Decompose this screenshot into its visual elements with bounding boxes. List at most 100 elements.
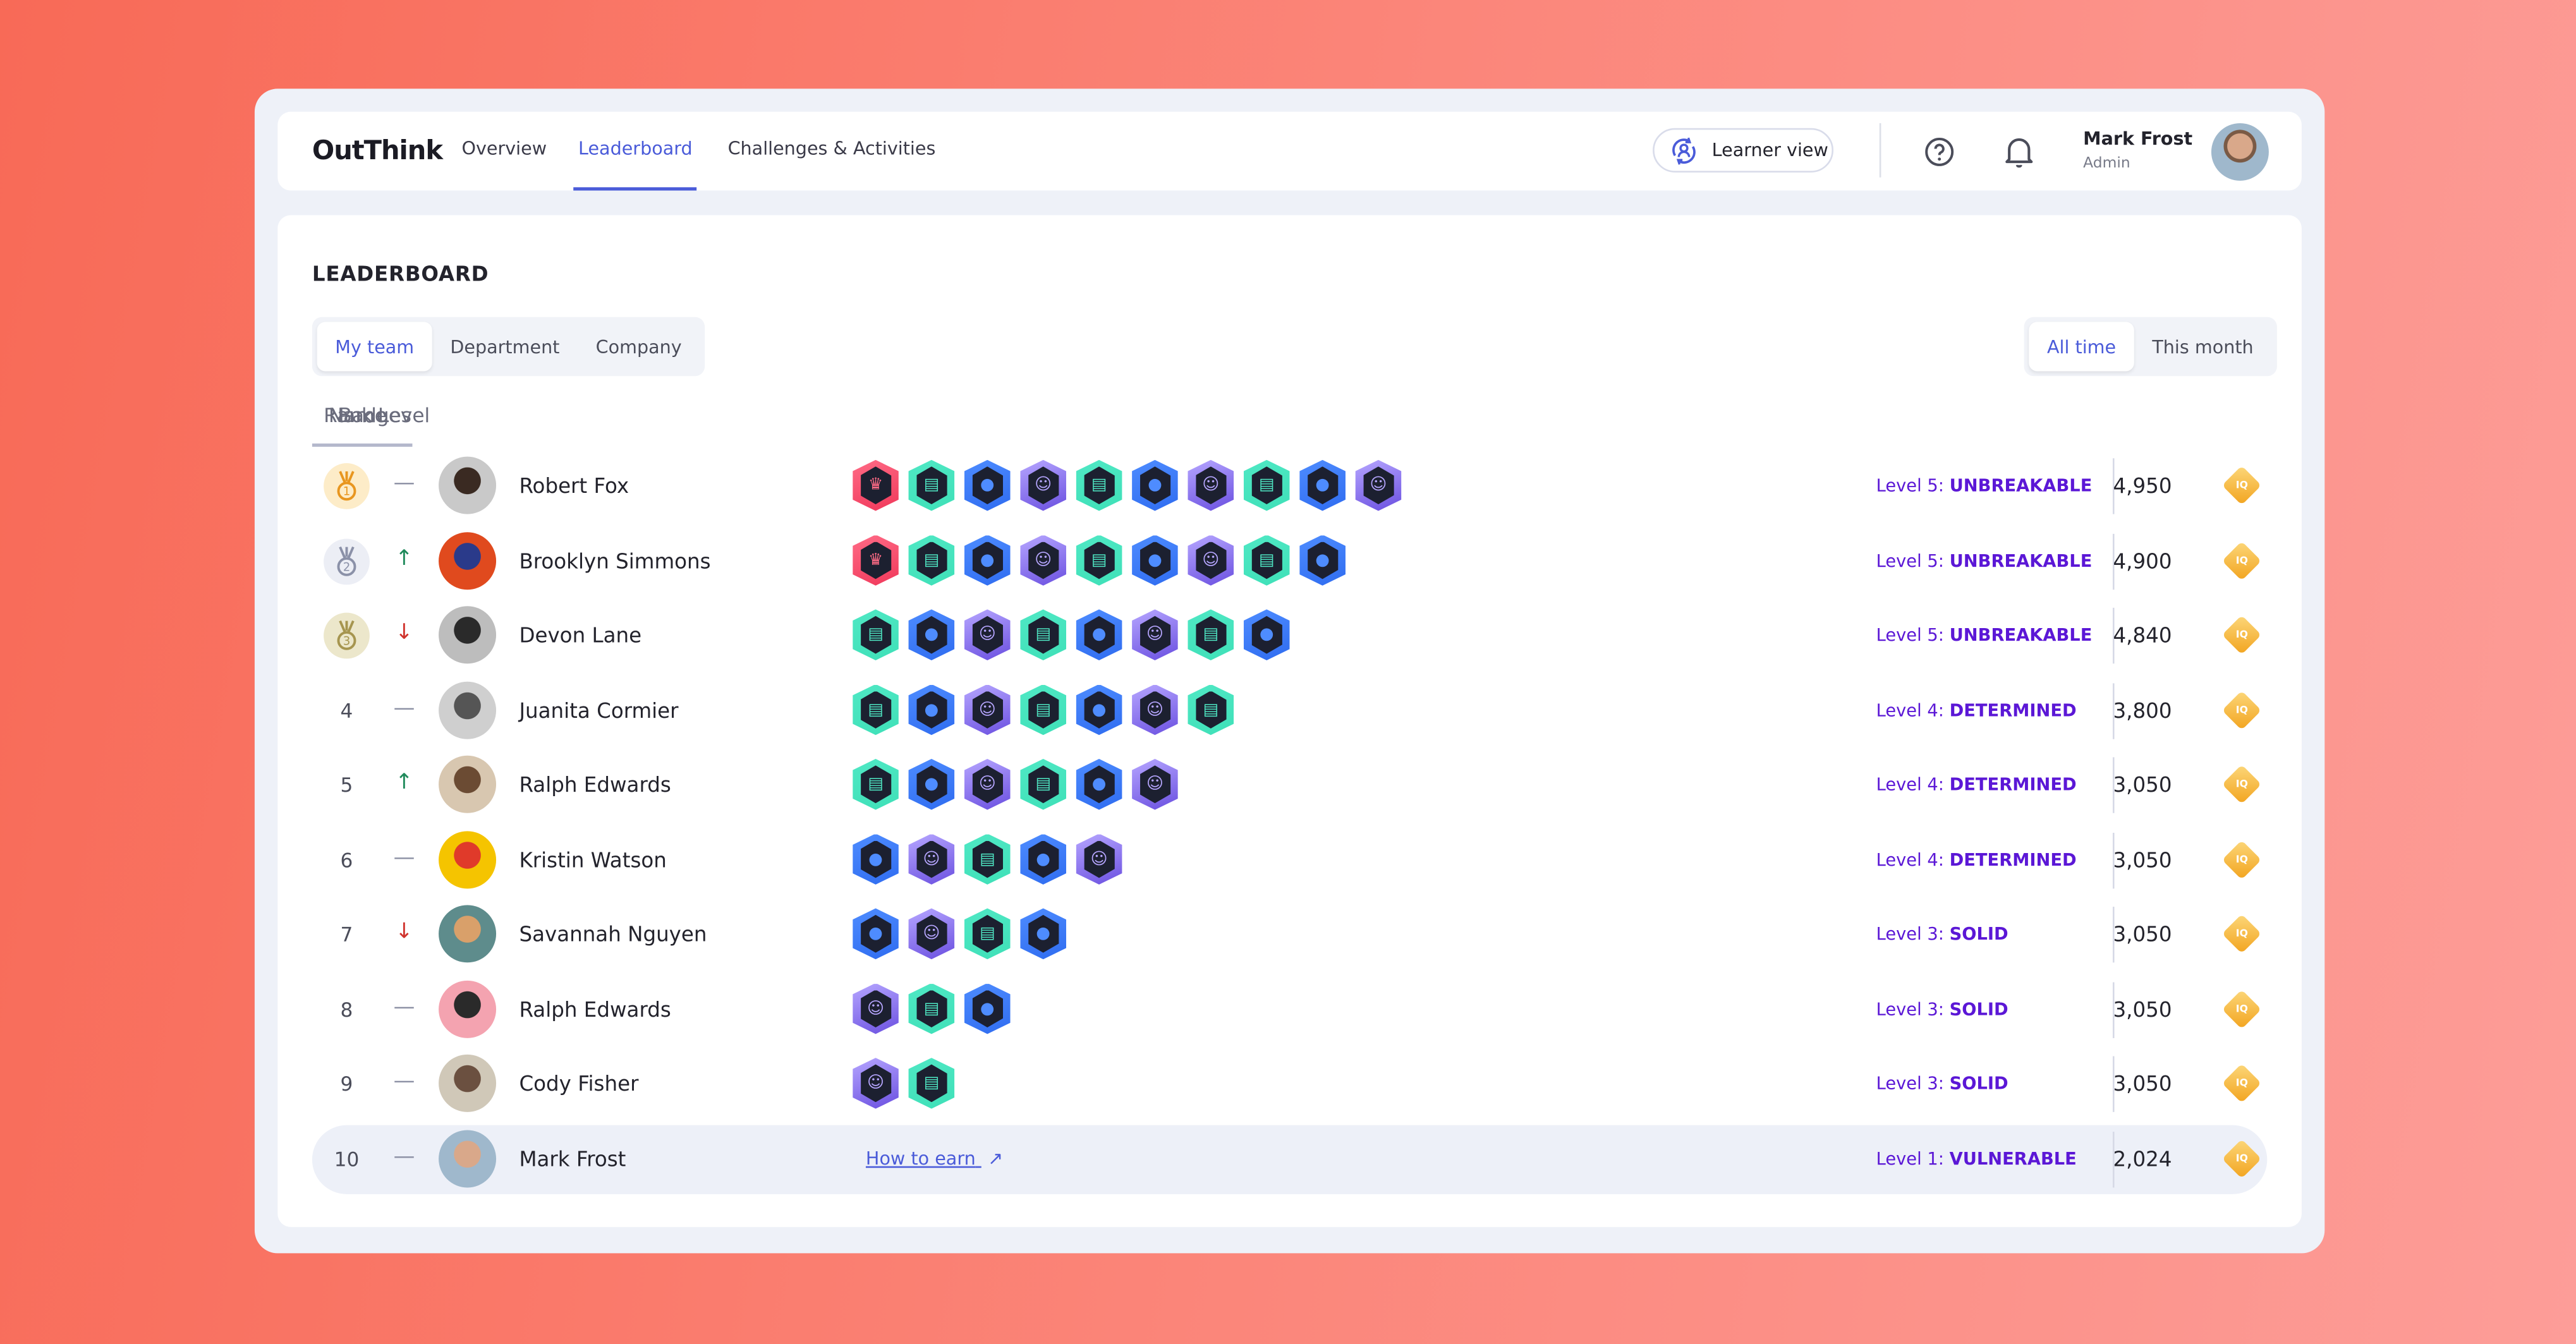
user-avatar[interactable] <box>2211 123 2269 181</box>
badge-globe-icon[interactable]: ● <box>1132 459 1178 511</box>
table-row[interactable]: 9 — Cody Fisher ☺ ▤ Level 3: SOLID 3,050 IQ <box>312 1050 2267 1118</box>
table-row[interactable]: 3 ↓ Devon Lane ▤ ● ☺ ▤ ● ☺ ▤ ● Level 5: UNBREAKABLE… <box>312 601 2267 670</box>
badge-chat-icon[interactable]: ▤ <box>964 833 1011 885</box>
badge-chat-icon[interactable]: ▤ <box>1188 684 1234 736</box>
badge-globe-icon[interactable]: ● <box>964 535 1011 586</box>
badge-ghost-icon[interactable]: ☺ <box>1355 459 1402 511</box>
badge-chat-icon[interactable]: ▤ <box>908 535 955 586</box>
badge-globe-icon[interactable]: ● <box>1299 459 1346 511</box>
badge-ghost-icon[interactable]: ☺ <box>1132 758 1178 810</box>
table-row[interactable]: 1— Robert Fox ♛ ▤ ● ☺ ▤ ● ☺ ▤ ● ☺ Level 5: UNBREAKAB… <box>312 452 2267 521</box>
badge-chat-icon[interactable]: ▤ <box>1020 684 1067 736</box>
table-row[interactable]: 6— Kristin Watson ● ☺ ▤ ● ☺ Level 4: DETERMINED… <box>312 825 2267 894</box>
table-row[interactable]: 7 ↓ Savannah Nguyen ● ☺ ▤ ● Level 3: SOLID 3,050… <box>312 900 2267 969</box>
badge-chat-icon[interactable]: ▤ <box>1020 758 1067 810</box>
badge-globe-icon[interactable]: ● <box>908 609 955 660</box>
rank-number: 10 <box>334 1147 360 1171</box>
badge-globe-icon[interactable]: ● <box>1020 908 1067 960</box>
how-to-earn-link[interactable]: How to earn ↗ <box>866 1147 1003 1169</box>
badge-ghost-icon[interactable]: ☺ <box>908 908 955 960</box>
badge-chat-icon[interactable]: ▤ <box>1243 459 1290 511</box>
level-number: Level 3: <box>1876 1074 1944 1094</box>
badge-list: ☺ ▤ ● <box>853 983 1011 1034</box>
badge-globe-icon[interactable]: ● <box>964 983 1011 1034</box>
badge-chat-icon[interactable]: ▤ <box>908 1058 955 1109</box>
badge-globe-icon[interactable]: ● <box>908 758 955 810</box>
table-row[interactable]: 5 ↑ Ralph Edwards ▤ ● ☺ ▤ ● ☺ Level 4: DETERMINED… <box>312 751 2267 820</box>
badge-chat-icon[interactable]: ▤ <box>853 758 899 810</box>
badge-ghost-icon[interactable]: ☺ <box>1188 535 1234 586</box>
level-name: UNBREAKABLE <box>1949 626 2093 646</box>
table-row[interactable]: 8 — Ralph Edwards ☺ ▤ ● Level 3: SOLID 3,050 IQ <box>312 975 2267 1044</box>
badge-ghost-icon[interactable]: ☺ <box>908 833 955 885</box>
badge-ghost-icon[interactable]: ☺ <box>964 684 1011 736</box>
bell-icon[interactable] <box>2003 135 2036 169</box>
user-name: Mark Frost <box>2083 128 2193 150</box>
badge-chat-icon[interactable]: ▤ <box>1188 609 1234 660</box>
badge-chat-icon[interactable]: ▤ <box>908 459 955 511</box>
tab-department[interactable]: Department <box>432 322 578 372</box>
badge-globe-icon[interactable]: ● <box>1299 535 1346 586</box>
badge-globe-icon[interactable]: ● <box>964 459 1011 511</box>
points: 4,900 <box>2113 547 2172 572</box>
badge-ghost-icon[interactable]: ☺ <box>1020 535 1067 586</box>
badge-ghost-icon[interactable]: ☺ <box>853 1058 899 1109</box>
badge-chat-icon[interactable]: ▤ <box>964 908 1011 960</box>
column-header-level[interactable]: Level <box>378 404 430 427</box>
iq-coin-icon: IQ <box>2221 1063 2262 1103</box>
rank-number: 7 <box>340 923 353 947</box>
table-row[interactable]: 2 ↑ Brooklyn Simmons ♛ ▤ ● ☺ ▤ ● ☺ ▤ ● Level 5: UNBR… <box>312 526 2267 595</box>
badge-crown-icon[interactable]: ♛ <box>853 459 899 511</box>
badge-chat-icon[interactable]: ▤ <box>1020 609 1067 660</box>
points: 3,050 <box>2113 996 2172 1021</box>
nav-leaderboard[interactable]: Leaderboard <box>578 138 693 159</box>
tab-all-time[interactable]: All time <box>2029 322 2134 372</box>
question-circle-icon[interactable] <box>1924 136 1955 167</box>
tab-company[interactable]: Company <box>578 322 700 372</box>
badge-globe-icon[interactable]: ● <box>1020 833 1067 885</box>
badge-ghost-icon[interactable]: ☺ <box>1132 684 1178 736</box>
badge-ghost-icon[interactable]: ☺ <box>964 609 1011 660</box>
logo[interactable]: OutThink <box>312 135 443 166</box>
iq-coin-icon: IQ <box>2221 1138 2262 1178</box>
tab-my-team[interactable]: My team <box>317 322 432 372</box>
nav-challenges-activities[interactable]: Challenges & Activities <box>728 138 936 159</box>
badge-chat-icon[interactable]: ▤ <box>1076 535 1122 586</box>
badge-crown-icon[interactable]: ♛ <box>853 535 899 586</box>
user-name: Juanita Cormier <box>519 697 679 722</box>
badge-globe-icon[interactable]: ● <box>1076 758 1122 810</box>
badge-globe-icon[interactable]: ● <box>853 833 899 885</box>
badge-chat-icon[interactable]: ▤ <box>853 684 899 736</box>
badge-ghost-icon[interactable]: ☺ <box>1076 833 1122 885</box>
iq-coin-icon: IQ <box>2221 839 2262 879</box>
table-row-current-user[interactable]: 10 — Mark Frost How to earn ↗ Level 1: VULNE… <box>312 1124 2268 1194</box>
badge-globe-icon[interactable]: ● <box>908 684 955 736</box>
badge-globe-icon[interactable]: ● <box>1132 535 1178 586</box>
badge-ghost-icon[interactable]: ☺ <box>1188 459 1234 511</box>
level-name: SOLID <box>1949 999 2008 1019</box>
divider <box>1879 123 1881 178</box>
learner-view-button[interactable]: Learner view <box>1653 128 1834 173</box>
trend-same-icon: — <box>393 994 415 1019</box>
period-tabs: All time This month <box>2024 317 2277 377</box>
badge-ghost-icon[interactable]: ☺ <box>964 758 1011 810</box>
badge-ghost-icon[interactable]: ☺ <box>1020 459 1067 511</box>
level-number: Level 5: <box>1876 551 1944 571</box>
badge-globe-icon[interactable]: ● <box>1076 609 1122 660</box>
badge-chat-icon[interactable]: ▤ <box>908 983 955 1034</box>
badge-globe-icon[interactable]: ● <box>1076 684 1122 736</box>
level-number: Level 1: <box>1876 1149 1944 1169</box>
badge-ghost-icon[interactable]: ☺ <box>1132 609 1178 660</box>
badge-list: ● ☺ ▤ ● <box>853 908 1067 960</box>
badge-chat-icon[interactable]: ▤ <box>1243 535 1290 586</box>
nav-overview[interactable]: Overview <box>461 138 547 159</box>
badge-chat-icon[interactable]: ▤ <box>853 609 899 660</box>
badge-chat-icon[interactable]: ▤ <box>1076 459 1122 511</box>
level-label: Level 5: UNBREAKABLE <box>1876 551 2093 571</box>
table-row[interactable]: 4— Juanita Cormier ▤ ● ☺ ▤ ● ☺ ▤ Level 4: DETERMI… <box>312 676 2267 745</box>
badge-globe-icon[interactable]: ● <box>1243 609 1290 660</box>
tab-this-month[interactable]: This month <box>2134 322 2272 372</box>
badge-globe-icon[interactable]: ● <box>853 908 899 960</box>
badge-ghost-icon[interactable]: ☺ <box>853 983 899 1034</box>
level-number: Level 4: <box>1876 775 1944 796</box>
